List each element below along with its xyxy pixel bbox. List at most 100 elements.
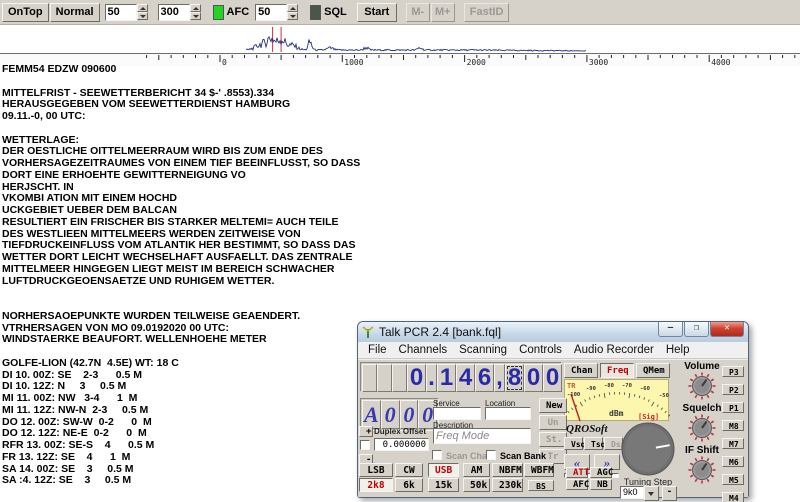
sql-label[interactable]: SQL	[324, 6, 347, 18]
frequency-digit[interactable]: .	[426, 364, 437, 392]
scan-chan-checkbox[interactable]	[432, 450, 442, 460]
high-tone-spinner[interactable]	[189, 4, 201, 20]
frequency-digit[interactable]	[362, 364, 377, 392]
afc-spinner[interactable]	[287, 4, 299, 20]
app-icon	[362, 325, 374, 338]
squelch-knob[interactable]	[688, 414, 716, 447]
bandwidth-button[interactable]: 230k	[492, 478, 523, 492]
memory-preset-button[interactable]: M7	[722, 438, 744, 449]
decoded-line: FEMM54 EDZW 090600	[2, 63, 117, 75]
bandwidth-button[interactable]: 6k	[395, 478, 423, 492]
afc-value-input[interactable]	[255, 3, 288, 21]
decoded-line	[2, 123, 798, 135]
menu-item[interactable]: Audio Recorder	[568, 344, 660, 356]
spin-down-icon[interactable]	[136, 12, 148, 20]
location-input[interactable]	[485, 407, 531, 420]
decoded-line: LUFTDRUCKGEOENSAETZE UND RUHIGEM WETTER.	[2, 274, 275, 287]
spin-down-icon[interactable]	[287, 12, 299, 20]
frequency-digit[interactable]: 6	[475, 364, 494, 392]
menu-item[interactable]: File	[362, 344, 393, 356]
att-button[interactable]: ATT	[566, 467, 589, 478]
squelch-mode-button[interactable]: Tsq	[584, 437, 605, 450]
bandwidth-button[interactable]: 2k8	[359, 478, 393, 492]
memory-minus-button[interactable]: M-	[405, 2, 430, 22]
spin-up-icon[interactable]	[189, 4, 201, 12]
decoded-line: VORHERSAGEZEITRAUMES VON EINEM TIEF BEEI…	[2, 157, 361, 169]
memory-preset-button[interactable]: M8	[722, 420, 744, 431]
agc-button[interactable]: AGC	[590, 467, 613, 478]
description-input[interactable]	[433, 428, 531, 444]
service-input[interactable]	[433, 407, 481, 420]
frequency-digit[interactable]	[392, 364, 407, 392]
title-bar[interactable]: Talk PCR 2.4 [bank.fql] — ❐ ✕	[358, 322, 748, 342]
tuning-step-minus-button[interactable]: -	[662, 486, 677, 501]
display-mode-tab[interactable]: Chan	[564, 363, 598, 378]
frequency-digit[interactable]: 1	[437, 364, 456, 392]
squelch-mode-button[interactable]: Vsq	[564, 437, 585, 450]
menu-item[interactable]: Help	[660, 344, 696, 356]
memory-preset-button[interactable]: P3	[722, 366, 744, 377]
record-action-button[interactable]: Un	[539, 415, 567, 430]
meter-scale-label: -80	[604, 383, 614, 389]
record-action-button[interactable]: St.	[539, 432, 567, 447]
meter-scale-label: -70	[622, 383, 632, 389]
memory-preset-button[interactable]: P1	[722, 402, 744, 413]
scan-bank-checkbox[interactable]	[486, 450, 496, 460]
menu-item[interactable]: Channels	[393, 344, 454, 356]
frequency-digit[interactable]: 8	[505, 364, 524, 392]
duplex-plus-button[interactable]: +	[359, 426, 373, 437]
duplex-checkbox[interactable]	[360, 440, 370, 450]
bs-button[interactable]: BS	[528, 480, 554, 491]
memory-plus-button[interactable]: M+	[430, 2, 455, 22]
menu-item[interactable]: Controls	[513, 344, 568, 356]
memory-preset-button[interactable]: P2	[722, 384, 744, 395]
display-mode-tab[interactable]: QMem	[636, 363, 670, 378]
close-button[interactable]: ✕	[710, 322, 744, 337]
tuning-knob[interactable]	[621, 422, 675, 481]
normal-mode-button[interactable]: Normal	[49, 2, 100, 22]
memory-preset-button[interactable]: M5	[722, 474, 744, 485]
nb-button[interactable]: NB	[590, 479, 612, 490]
start-button[interactable]: Start	[356, 2, 397, 22]
tuning-step-dropdown[interactable]	[644, 486, 659, 501]
duplex-offset-label: Duplex Offset	[374, 427, 427, 436]
frequency-digit[interactable]: 0	[407, 364, 426, 392]
display-mode-tab[interactable]: Freq	[600, 363, 634, 378]
afc-button[interactable]: AFC	[566, 479, 589, 490]
high-tone-input[interactable]	[157, 3, 190, 21]
spectrum-display[interactable]	[0, 25, 800, 53]
memory-preset-button[interactable]: M6	[722, 456, 744, 467]
mode-button[interactable]: CW	[395, 463, 423, 477]
ontop-button[interactable]: OnTop	[2, 2, 49, 22]
mode-button[interactable]: USB	[428, 463, 459, 477]
fastid-button[interactable]: FastID	[463, 2, 510, 22]
bandwidth-button[interactable]: 50k	[463, 478, 490, 492]
menu-item[interactable]: Scanning	[453, 344, 513, 356]
afc-label[interactable]: AFC	[227, 6, 250, 18]
low-tone-input[interactable]	[104, 3, 137, 21]
frequency-digit[interactable]: 4	[456, 364, 475, 392]
maximize-button[interactable]: ❐	[684, 322, 709, 337]
duplex-offset-input[interactable]	[374, 438, 429, 451]
mode-button[interactable]: NBFM	[492, 463, 523, 477]
spin-up-icon[interactable]	[287, 4, 299, 12]
volume-knob[interactable]	[688, 372, 716, 405]
mode-button[interactable]: WBFM	[524, 463, 554, 477]
squelch-mode-buttons: Vsq Tsq Dsp	[564, 437, 625, 450]
spin-up-icon[interactable]	[136, 4, 148, 12]
ifshift-knob[interactable]	[688, 456, 716, 489]
frequency-digit[interactable]: 0	[543, 364, 562, 392]
frequency-digit[interactable]	[377, 364, 392, 392]
minimize-button[interactable]: —	[658, 322, 683, 337]
memory-preset-button[interactable]: M4	[722, 492, 744, 502]
record-action-button[interactable]: New	[539, 398, 567, 413]
signal-meter: TR -100 -90 -80 -70 -60 -50 dBm [Sig]	[564, 379, 670, 422]
low-tone-spinner[interactable]	[136, 4, 148, 20]
frequency-digit[interactable]: ,	[494, 364, 505, 392]
tuning-step-value[interactable]: 9k0	[620, 486, 644, 499]
mode-button[interactable]: AM	[463, 463, 490, 477]
mode-button[interactable]: LSB	[359, 463, 393, 477]
frequency-digit[interactable]: 0	[524, 364, 543, 392]
bandwidth-button[interactable]: 15k	[428, 478, 459, 492]
spin-down-icon[interactable]	[189, 12, 201, 20]
